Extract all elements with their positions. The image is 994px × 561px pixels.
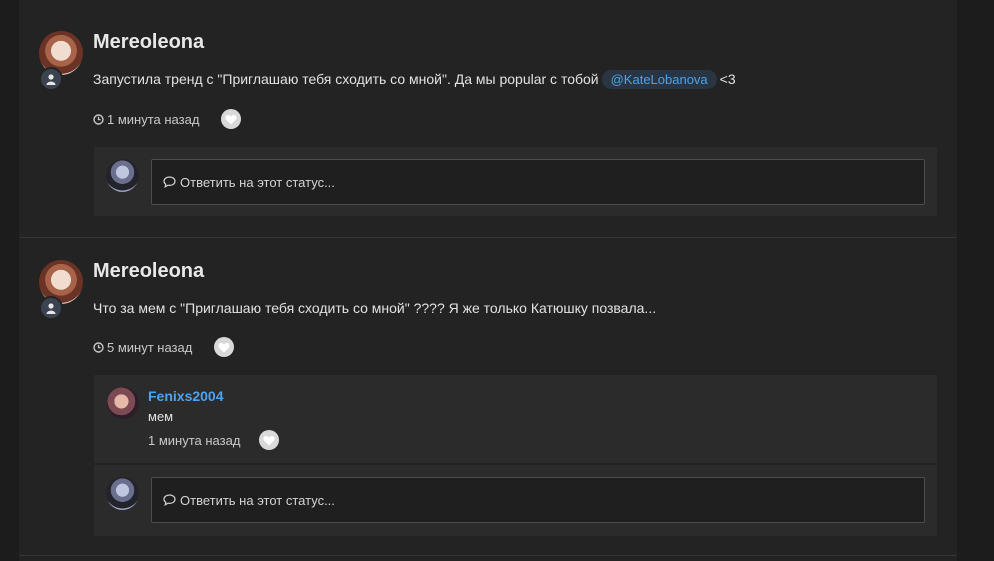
reply-input[interactable]: Ответить на этот статус... (151, 159, 925, 205)
current-user-avatar (106, 477, 139, 510)
heart-icon (225, 114, 237, 124)
heart-icon (263, 435, 275, 445)
like-button[interactable] (221, 109, 242, 129)
status-text: Запустила тренд с "Приглашаю тебя сходит… (93, 70, 736, 89)
status-text: Что за мем с "Приглашаю тебя сходить со … (93, 300, 657, 316)
author-avatar-wrap[interactable] (39, 260, 83, 320)
status-author[interactable]: Mereoleona (93, 260, 204, 283)
comment-timestamp[interactable]: 1 минута назад (148, 433, 240, 448)
speech-bubble-icon (163, 176, 176, 188)
heart-icon (218, 342, 230, 352)
reply-placeholder: Ответить на этот статус... (180, 492, 335, 508)
status-feed: Mereoleona Запустила тренд с "Приглашаю … (19, 0, 957, 561)
status-text-tail: <3 (719, 71, 736, 87)
reply-area: Ответить на этот статус... (94, 147, 937, 216)
clock-icon (93, 113, 104, 125)
clock-icon (93, 341, 104, 353)
comment-author[interactable]: Fenixs2004 (148, 388, 224, 404)
author-avatar-wrap[interactable] (39, 31, 83, 91)
reply-area: Ответить на этот статус... (94, 465, 937, 536)
comment-author-avatar[interactable] (107, 387, 139, 419)
comment-text: мем (148, 409, 174, 424)
user-icon (39, 296, 63, 320)
user-mention-link[interactable]: @KateLobanova (601, 70, 717, 89)
reply-placeholder: Ответить на этот статус... (180, 174, 335, 190)
current-user-avatar (106, 159, 139, 192)
status-timestamp[interactable]: 5 минут назад (107, 340, 192, 355)
comment-meta: 1 минута назад (148, 430, 280, 450)
status-item: Mereoleona Запустила тренд с "Приглашаю … (19, 0, 957, 238)
comment-item: Fenixs2004 мем 1 минута назад (94, 375, 937, 463)
status-timestamp[interactable]: 1 минута назад (107, 112, 199, 127)
comment-like-button[interactable] (259, 430, 280, 450)
status-meta: 5 минут назад (93, 337, 235, 357)
speech-bubble-icon (163, 494, 176, 506)
user-icon (39, 67, 63, 91)
status-meta: 1 минута назад (93, 109, 242, 129)
status-author[interactable]: Mereoleona (93, 31, 204, 54)
status-text-main: Запустила тренд с "Приглашаю тебя сходит… (93, 71, 599, 87)
reply-input[interactable]: Ответить на этот статус... (151, 477, 925, 523)
like-button[interactable] (214, 337, 235, 357)
status-item: Mereoleona Что за мем с "Приглашаю тебя … (19, 238, 957, 556)
